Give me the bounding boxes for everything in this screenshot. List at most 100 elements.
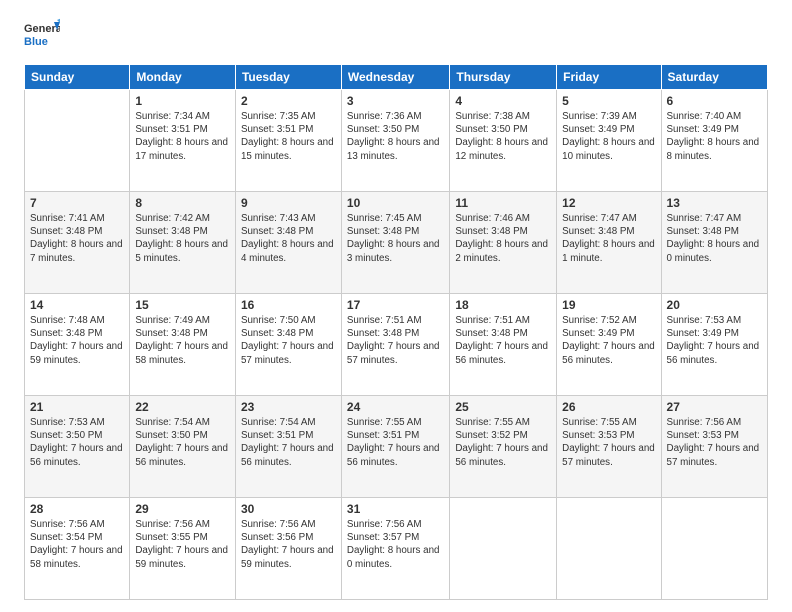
day-info: Sunrise: 7:55 AMSunset: 3:53 PMDaylight:… bbox=[562, 416, 655, 469]
header-tuesday: Tuesday bbox=[235, 65, 341, 90]
calendar-cell: 1 Sunrise: 7:34 AMSunset: 3:51 PMDaylight… bbox=[130, 90, 236, 192]
header-monday: Monday bbox=[130, 65, 236, 90]
calendar-cell: 20Sunrise: 7:53 AMSunset: 3:49 PMDayligh… bbox=[661, 294, 767, 396]
logo-blue-text: Blue bbox=[24, 36, 48, 48]
calendar-cell bbox=[25, 90, 130, 192]
day-info: Sunrise: 7:51 AMSunset: 3:48 PMDaylight:… bbox=[455, 314, 551, 367]
calendar-cell: 25Sunrise: 7:55 AMSunset: 3:52 PMDayligh… bbox=[450, 396, 557, 498]
calendar-cell: 26 Sunrise: 7:55 AMSunset: 3:53 PMDayligh… bbox=[557, 396, 661, 498]
calendar-cell: 23 Sunrise: 7:54 AMSunset: 3:51 PMDayligh… bbox=[235, 396, 341, 498]
day-number: 11 bbox=[455, 196, 551, 210]
day-info: Sunrise: 7:45 AMSunset: 3:48 PMDaylight:… bbox=[347, 212, 444, 265]
day-info: Sunrise: 7:35 AMSunset: 3:51 PMDaylight:… bbox=[241, 110, 336, 163]
calendar-week-row: 1 Sunrise: 7:34 AMSunset: 3:51 PMDaylight… bbox=[25, 90, 768, 192]
day-info: Sunrise: 7:56 AMSunset: 3:56 PMDaylight:… bbox=[241, 518, 336, 571]
day-number: 16 bbox=[241, 298, 336, 312]
calendar-week-row: 28 Sunrise: 7:56 AMSunset: 3:54 PMDayligh… bbox=[25, 498, 768, 600]
day-info: Sunrise: 7:39 AMSunset: 3:49 PMDaylight:… bbox=[562, 110, 655, 163]
day-info: Sunrise: 7:49 AMSunset: 3:48 PMDaylight:… bbox=[135, 314, 230, 367]
page: General Blue SundayMondayTuesdayWednesda… bbox=[0, 0, 792, 612]
day-number: 18 bbox=[455, 298, 551, 312]
day-info: Sunrise: 7:36 AMSunset: 3:50 PMDaylight:… bbox=[347, 110, 444, 163]
calendar-cell: 11 Sunrise: 7:46 AMSunset: 3:48 PMDayligh… bbox=[450, 192, 557, 294]
calendar-cell: 17 Sunrise: 7:51 AMSunset: 3:48 PMDayligh… bbox=[341, 294, 449, 396]
day-number: 15 bbox=[135, 298, 230, 312]
calendar-cell: 5 Sunrise: 7:39 AMSunset: 3:49 PMDaylight… bbox=[557, 90, 661, 192]
header-thursday: Thursday bbox=[450, 65, 557, 90]
day-info: Sunrise: 7:53 AMSunset: 3:49 PMDaylight:… bbox=[667, 314, 762, 367]
calendar-cell bbox=[661, 498, 767, 600]
calendar-cell: 18 Sunrise: 7:51 AMSunset: 3:48 PMDayligh… bbox=[450, 294, 557, 396]
day-info: Sunrise: 7:46 AMSunset: 3:48 PMDaylight:… bbox=[455, 212, 551, 265]
day-number: 13 bbox=[667, 196, 762, 210]
day-info: Sunrise: 7:48 AMSunset: 3:48 PMDaylight:… bbox=[30, 314, 124, 367]
header-wednesday: Wednesday bbox=[341, 65, 449, 90]
calendar-cell: 30 Sunrise: 7:56 AMSunset: 3:56 PMDayligh… bbox=[235, 498, 341, 600]
day-info: Sunrise: 7:56 AMSunset: 3:54 PMDaylight:… bbox=[30, 518, 124, 571]
logo-general-text: General bbox=[24, 23, 60, 35]
day-number: 29 bbox=[135, 502, 230, 516]
day-info: Sunrise: 7:47 AMSunset: 3:48 PMDaylight:… bbox=[667, 212, 762, 265]
day-number: 30 bbox=[241, 502, 336, 516]
calendar-cell: 12Sunrise: 7:47 AMSunset: 3:48 PMDayligh… bbox=[557, 192, 661, 294]
header: General Blue bbox=[24, 18, 768, 54]
calendar-cell: 4Sunrise: 7:38 AMSunset: 3:50 PMDaylight… bbox=[450, 90, 557, 192]
day-info: Sunrise: 7:38 AMSunset: 3:50 PMDaylight:… bbox=[455, 110, 551, 163]
day-number: 5 bbox=[562, 94, 655, 108]
calendar-week-row: 14 Sunrise: 7:48 AMSunset: 3:48 PMDayligh… bbox=[25, 294, 768, 396]
day-info: Sunrise: 7:51 AMSunset: 3:48 PMDaylight:… bbox=[347, 314, 444, 367]
calendar-cell: 2 Sunrise: 7:35 AMSunset: 3:51 PMDaylight… bbox=[235, 90, 341, 192]
day-number: 23 bbox=[241, 400, 336, 414]
calendar-week-row: 21 Sunrise: 7:53 AMSunset: 3:50 PMDayligh… bbox=[25, 396, 768, 498]
day-number: 7 bbox=[30, 196, 124, 210]
day-info: Sunrise: 7:50 AMSunset: 3:48 PMDaylight:… bbox=[241, 314, 336, 367]
day-number: 24 bbox=[347, 400, 444, 414]
calendar-cell: 31 Sunrise: 7:56 AMSunset: 3:57 PMDayligh… bbox=[341, 498, 449, 600]
header-friday: Friday bbox=[557, 65, 661, 90]
day-info: Sunrise: 7:56 AMSunset: 3:57 PMDaylight:… bbox=[347, 518, 444, 571]
day-number: 28 bbox=[30, 502, 124, 516]
calendar-cell: 3 Sunrise: 7:36 AMSunset: 3:50 PMDaylight… bbox=[341, 90, 449, 192]
day-number: 26 bbox=[562, 400, 655, 414]
day-number: 27 bbox=[667, 400, 762, 414]
calendar-cell bbox=[557, 498, 661, 600]
day-number: 10 bbox=[347, 196, 444, 210]
day-number: 9 bbox=[241, 196, 336, 210]
day-info: Sunrise: 7:56 AMSunset: 3:53 PMDaylight:… bbox=[667, 416, 762, 469]
logo: General Blue bbox=[24, 18, 60, 54]
day-info: Sunrise: 7:42 AMSunset: 3:48 PMDaylight:… bbox=[135, 212, 230, 265]
calendar-cell: 15 Sunrise: 7:49 AMSunset: 3:48 PMDayligh… bbox=[130, 294, 236, 396]
day-number: 1 bbox=[135, 94, 230, 108]
calendar-cell: 22Sunrise: 7:54 AMSunset: 3:50 PMDayligh… bbox=[130, 396, 236, 498]
calendar-header-row: SundayMondayTuesdayWednesdayThursdayFrid… bbox=[25, 65, 768, 90]
day-info: Sunrise: 7:56 AMSunset: 3:55 PMDaylight:… bbox=[135, 518, 230, 571]
header-saturday: Saturday bbox=[661, 65, 767, 90]
day-number: 8 bbox=[135, 196, 230, 210]
day-number: 31 bbox=[347, 502, 444, 516]
calendar-cell: 10 Sunrise: 7:45 AMSunset: 3:48 PMDayligh… bbox=[341, 192, 449, 294]
day-info: Sunrise: 7:34 AMSunset: 3:51 PMDaylight:… bbox=[135, 110, 230, 163]
day-number: 3 bbox=[347, 94, 444, 108]
day-info: Sunrise: 7:40 AMSunset: 3:49 PMDaylight:… bbox=[667, 110, 762, 163]
calendar-cell: 7Sunrise: 7:41 AMSunset: 3:48 PMDaylight… bbox=[25, 192, 130, 294]
day-info: Sunrise: 7:54 AMSunset: 3:51 PMDaylight:… bbox=[241, 416, 336, 469]
logo-svg: General Blue bbox=[24, 18, 60, 54]
calendar-cell: 16 Sunrise: 7:50 AMSunset: 3:48 PMDayligh… bbox=[235, 294, 341, 396]
calendar-cell: 14 Sunrise: 7:48 AMSunset: 3:48 PMDayligh… bbox=[25, 294, 130, 396]
day-number: 22 bbox=[135, 400, 230, 414]
calendar-cell: 6Sunrise: 7:40 AMSunset: 3:49 PMDaylight… bbox=[661, 90, 767, 192]
calendar-cell bbox=[450, 498, 557, 600]
day-number: 21 bbox=[30, 400, 124, 414]
day-number: 2 bbox=[241, 94, 336, 108]
day-info: Sunrise: 7:55 AMSunset: 3:51 PMDaylight:… bbox=[347, 416, 444, 469]
calendar-cell: 27 Sunrise: 7:56 AMSunset: 3:53 PMDayligh… bbox=[661, 396, 767, 498]
day-info: Sunrise: 7:55 AMSunset: 3:52 PMDaylight:… bbox=[455, 416, 551, 469]
calendar-cell: 21 Sunrise: 7:53 AMSunset: 3:50 PMDayligh… bbox=[25, 396, 130, 498]
calendar-cell: 24 Sunrise: 7:55 AMSunset: 3:51 PMDayligh… bbox=[341, 396, 449, 498]
day-info: Sunrise: 7:52 AMSunset: 3:49 PMDaylight:… bbox=[562, 314, 655, 367]
calendar-table: SundayMondayTuesdayWednesdayThursdayFrid… bbox=[24, 64, 768, 600]
day-number: 17 bbox=[347, 298, 444, 312]
day-info: Sunrise: 7:53 AMSunset: 3:50 PMDaylight:… bbox=[30, 416, 124, 469]
day-number: 19 bbox=[562, 298, 655, 312]
day-number: 14 bbox=[30, 298, 124, 312]
